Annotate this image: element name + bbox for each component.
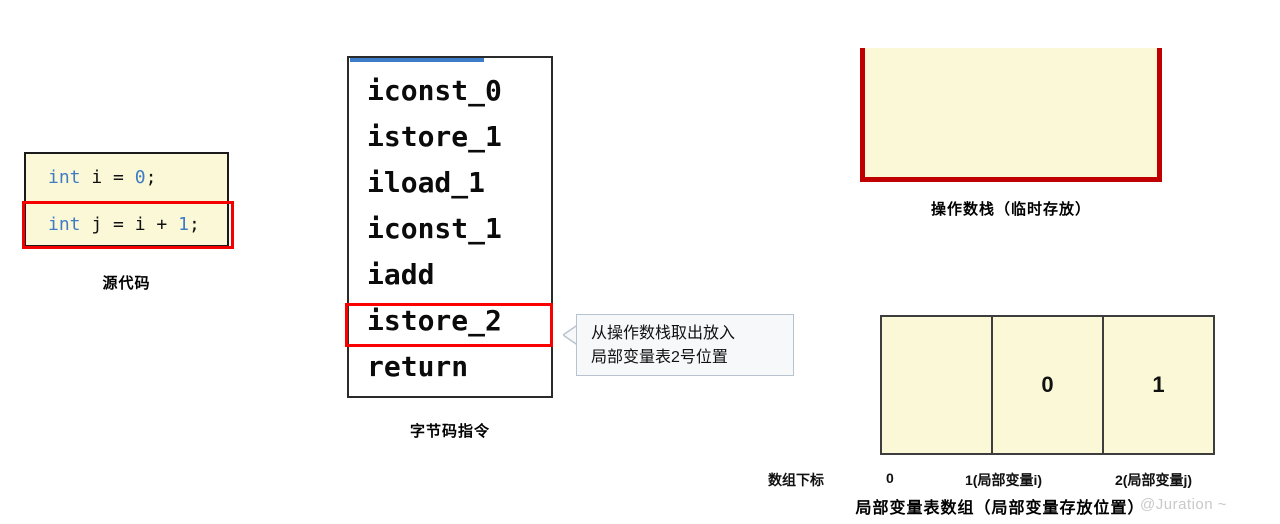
source-code-semicolon: ;: [145, 167, 157, 188]
bytecode-instruction: iadd: [367, 258, 435, 291]
source-code-highlight-box: [22, 201, 234, 249]
bytecode-progress-bar: [350, 58, 484, 62]
source-code-line-1: int i = 0;: [26, 154, 227, 201]
source-code-keyword: int: [48, 167, 81, 188]
local-variable-index-0: 0: [886, 470, 894, 486]
bytecode-instruction: return: [367, 350, 469, 383]
local-variable-index-1: 1(局部变量i): [965, 472, 1042, 488]
callout-line-1: 从操作数栈取出放入: [591, 325, 736, 342]
bytecode-instruction: iconst_1: [367, 212, 502, 245]
bytecode-instruction: iconst_0: [367, 74, 502, 107]
bytecode-instruction: iload_1: [367, 166, 486, 199]
callout-tooltip: 从操作数栈取出放入 局部变量表2号位置: [576, 314, 794, 376]
operand-stack-caption: 操作数栈（临时存放）: [930, 201, 1091, 218]
bytecode-caption: 字节码指令: [409, 423, 490, 440]
callout-line-2: 局部变量表2号位置: [591, 349, 728, 366]
local-variable-cell-0: [882, 317, 991, 453]
bytecode-highlight-box: [345, 303, 553, 347]
local-variable-index-title: 数组下标: [768, 472, 824, 488]
local-variable-index-row: 数组下标 0 1(局部变量i) 2(局部变量j): [760, 470, 1230, 490]
operand-stack-box: [860, 48, 1162, 182]
bytecode-instruction: istore_1: [367, 120, 502, 153]
local-variable-table: 0 1: [880, 315, 1215, 455]
local-variable-cell-2: 1: [1102, 317, 1213, 453]
local-variable-cell-1: 0: [991, 317, 1102, 453]
source-code-operator: =: [113, 167, 135, 188]
local-variable-index-2: 2(局部变量j): [1115, 472, 1192, 488]
source-code-literal: 0: [134, 167, 146, 188]
watermark: @Juration ~: [1140, 496, 1228, 513]
source-code-identifier: i: [80, 167, 114, 188]
source-code-caption: 源代码: [102, 275, 151, 292]
